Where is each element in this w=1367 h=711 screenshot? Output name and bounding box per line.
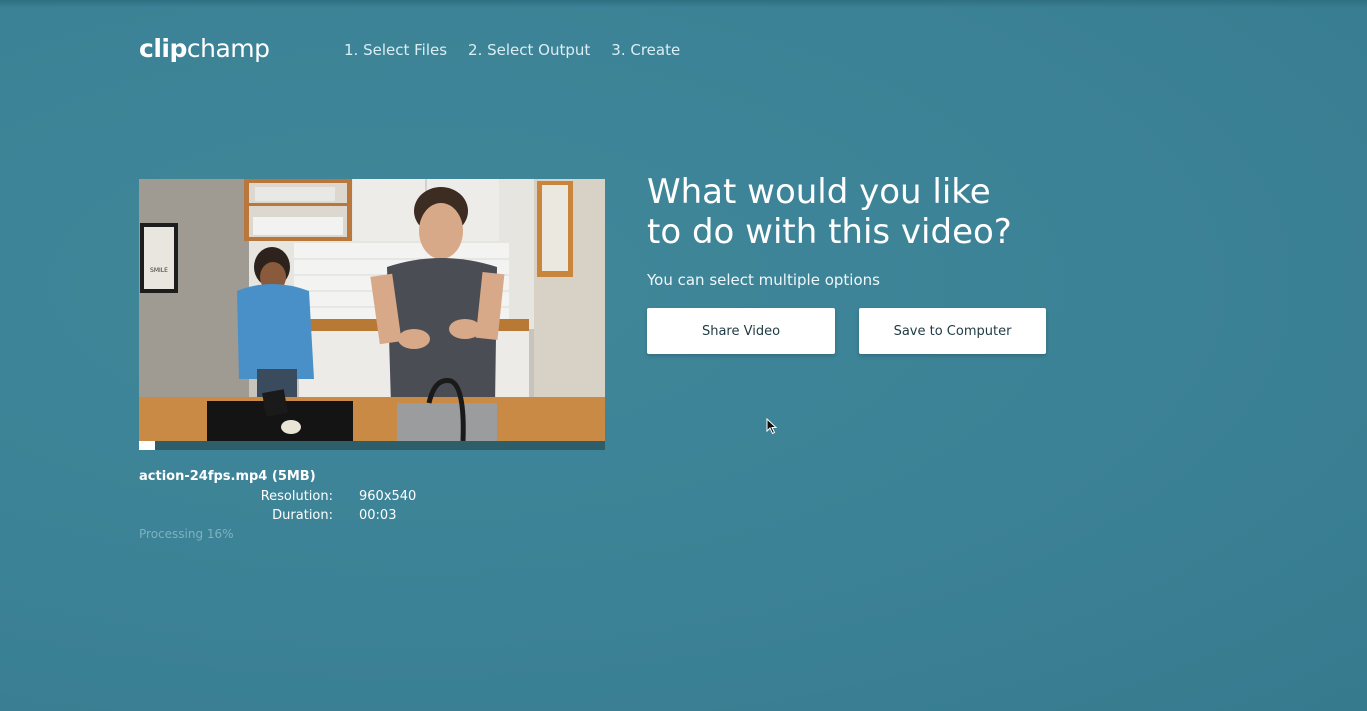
page-subtitle: You can select multiple options [647, 271, 880, 289]
mouse-cursor-icon [766, 418, 778, 435]
video-frame: SMILE [139, 179, 605, 441]
duration-value: 00:03 [359, 508, 397, 523]
step-create[interactable]: 3. Create [611, 40, 680, 60]
processing-status: Processing 16% [139, 527, 234, 541]
video-progress-fill [139, 441, 156, 450]
share-video-button[interactable]: Share Video [647, 308, 835, 354]
frame-sign-text: SMILE [150, 267, 168, 274]
resolution-row: Resolution: 960x540 [139, 487, 469, 506]
file-name: action-24fps.mp4 (5MB) [139, 469, 316, 484]
step-select-files[interactable]: 1. Select Files [344, 40, 447, 60]
save-to-computer-button[interactable]: Save to Computer [859, 308, 1046, 354]
resolution-label: Resolution: [260, 489, 333, 504]
page-title-line-1: What would you like [647, 172, 991, 212]
step-select-output[interactable]: 2. Select Output [468, 40, 590, 60]
duration-label: Duration: [272, 508, 333, 523]
video-progress-track[interactable] [139, 441, 605, 450]
video-preview[interactable]: SMILE [139, 179, 605, 450]
step-navigation: 1. Select Files 2. Select Output 3. Crea… [344, 40, 680, 60]
clipchamp-logo[interactable]: clipchamp [139, 33, 270, 65]
logo-clip-text: clip [139, 34, 187, 63]
page-title-line-2: to do with this video? [647, 212, 1012, 252]
top-shade [0, 0, 1367, 8]
logo-champ-text: champ [186, 34, 270, 63]
duration-row: Duration: 00:03 [139, 506, 469, 525]
file-metadata: Resolution: 960x540 Duration: 00:03 [139, 487, 469, 525]
resolution-value: 960x540 [359, 489, 417, 504]
page-title: What would you like to do with this vide… [647, 172, 1207, 252]
